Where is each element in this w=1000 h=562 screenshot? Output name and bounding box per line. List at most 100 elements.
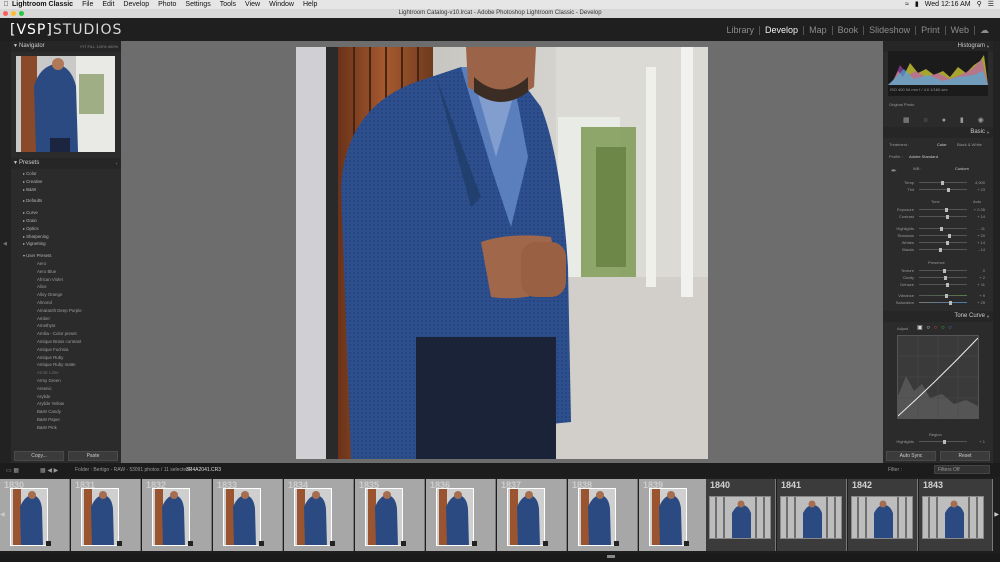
filmstrip-scroll-right-icon[interactable]: ▶	[994, 511, 999, 518]
nav-arrows-icon[interactable]: ▦ ◀ ▶	[40, 467, 58, 474]
tone-curve-header[interactable]: Tone Curve ▼	[883, 311, 993, 322]
apple-icon[interactable]: 	[0, 1, 12, 8]
wb-value[interactable]: Custom	[955, 166, 969, 171]
filmstrip-cell[interactable]: 1833	[213, 479, 283, 551]
preset-item[interactable]: Arsenic	[11, 385, 121, 393]
zoom-icon[interactable]	[19, 11, 24, 16]
preset-group-color[interactable]: Color	[11, 170, 121, 178]
preset-item[interactable]: Antique Ruby matte	[11, 361, 121, 369]
preset-item[interactable]: African Violet	[11, 276, 121, 284]
preset-item[interactable]: Amber	[11, 315, 121, 323]
preset-group-creative[interactable]: Creative	[11, 178, 121, 186]
slider-texture[interactable]: Texture 0	[889, 268, 989, 274]
treatment-bw[interactable]: Black & White	[957, 142, 982, 147]
filmstrip-cell[interactable]: 1832	[142, 479, 212, 551]
preset-item[interactable]: Amaranth Deep Purple	[11, 307, 121, 315]
slider-exposure[interactable]: Exposure + 0.35	[889, 207, 989, 213]
navigator-preview[interactable]	[16, 56, 115, 152]
slider-clarity[interactable]: Clarity + 2	[889, 275, 989, 281]
menu-list-icon[interactable]: ☰	[988, 0, 994, 9]
slider-dehaze[interactable]: Dehaze + 11	[889, 282, 989, 288]
menu-help[interactable]: Help	[303, 0, 317, 9]
paste-button[interactable]: Paste	[68, 451, 118, 461]
filter-dropdown[interactable]: Filters Off	[934, 465, 990, 474]
menu-photo[interactable]: Photo	[158, 0, 176, 9]
histogram[interactable]: ISO 400 54 mm f / 4.0 1/160 sec	[888, 51, 988, 96]
loupe-view[interactable]	[121, 41, 883, 463]
filmstrip-scrollbar[interactable]	[0, 554, 1000, 562]
treatment-color[interactable]: Color	[937, 142, 947, 147]
slider-contrast[interactable]: Contrast + 14	[889, 214, 989, 220]
filmstrip-cell[interactable]: 1831	[71, 479, 141, 551]
slider-vibrance[interactable]: Vibrance + 9	[889, 293, 989, 299]
slider-tint[interactable]: Tint + 23	[889, 187, 989, 193]
slider-blacks[interactable]: Blacks - 14	[889, 247, 989, 253]
filmstrip-cell[interactable]: 1841	[777, 479, 847, 551]
main-photo[interactable]	[296, 47, 708, 459]
preset-group-curve[interactable]: Curve	[11, 209, 121, 217]
preset-item[interactable]: Army Green	[11, 377, 121, 385]
preset-item[interactable]: Alice	[11, 283, 121, 291]
filmstrip-cell[interactable]: 1834	[284, 479, 354, 551]
preset-item[interactable]: Almond	[11, 299, 121, 307]
curve-channel-icons[interactable]: ▣ ○ ○ ○ ○	[917, 324, 953, 331]
filmstrip-cell[interactable]: 1836	[426, 479, 496, 551]
profile-value[interactable]: Adobe Standard	[909, 154, 938, 159]
slider-shadows[interactable]: Shadows + 20	[889, 233, 989, 239]
menu-file[interactable]: File	[82, 0, 93, 9]
filmstrip-cell[interactable]: 1842	[848, 479, 918, 551]
scroll-thumb[interactable]	[607, 555, 615, 558]
cloud-icon[interactable]: ☁	[974, 26, 994, 35]
battery-icon[interactable]: ▮	[915, 0, 919, 9]
wifi-icon[interactable]: ≈	[905, 0, 909, 9]
filmstrip-cell[interactable]: 1837	[497, 479, 567, 551]
filmstrip-cell[interactable]: 1843	[919, 479, 993, 551]
preset-group-user[interactable]: User Presets	[11, 252, 121, 260]
slider-curve-highlights[interactable]: Highlights + 1	[889, 439, 989, 445]
filmstrip-folder[interactable]: Folder : Bertigo - RAW - 5	[75, 467, 132, 473]
preset-item[interactable]: Antique Brass contrast	[11, 338, 121, 346]
preset-item[interactable]: Antique Fuchsia	[11, 346, 121, 354]
left-panel-edge[interactable]: ◀	[0, 41, 11, 463]
module-print[interactable]: Print	[915, 26, 945, 35]
right-panel-edge[interactable]	[993, 41, 1000, 463]
tone-curve-graph[interactable]	[897, 335, 979, 419]
eyedropper-icon[interactable]: ✒	[891, 167, 897, 175]
preset-group-bw[interactable]: B&W	[11, 186, 121, 194]
auto-sync-button[interactable]: Auto Sync	[886, 451, 936, 461]
preset-item[interactable]: Amethyst	[11, 322, 121, 330]
preset-item[interactable]: Aero	[11, 260, 121, 268]
preset-item[interactable]: Arctic Lime	[11, 369, 121, 377]
filmstrip-cell[interactable]: 1830	[0, 479, 70, 551]
slider-highlights[interactable]: Highlights - 11	[889, 226, 989, 232]
navigator-zoom-options[interactable]: FIT FILL 100% 400%	[80, 41, 118, 52]
preset-item[interactable]: Alloy Orange	[11, 291, 121, 299]
add-preset-icon[interactable]: +	[116, 158, 118, 169]
preset-item[interactable]: Antique Ruby	[11, 354, 121, 362]
preset-item[interactable]: Arylide	[11, 393, 121, 401]
search-icon[interactable]: ⚲	[977, 0, 982, 9]
module-web[interactable]: Web	[944, 26, 974, 35]
grid-view-icon[interactable]: ▭ ▦	[6, 467, 19, 474]
preset-item[interactable]: B&W Pink	[11, 424, 121, 432]
preset-item[interactable]: Amilia - Color preset	[11, 330, 121, 338]
basic-header[interactable]: Basic ▼	[883, 127, 993, 138]
module-map[interactable]: Map	[803, 26, 832, 35]
original-photo-label[interactable]: Original Photo	[889, 102, 914, 107]
preset-item[interactable]: B&W Paper	[11, 416, 121, 424]
slider-whites[interactable]: Whites + 14	[889, 240, 989, 246]
module-slideshow[interactable]: Slideshow	[863, 26, 915, 35]
close-icon[interactable]	[3, 11, 8, 16]
module-develop[interactable]: Develop	[759, 26, 803, 35]
preset-group-grain[interactable]: Grain	[11, 217, 121, 225]
copy-button[interactable]: Copy...	[14, 451, 64, 461]
clock[interactable]: Wed 12:16 AM	[925, 0, 971, 9]
presets-header[interactable]: ▼ Presets +	[11, 158, 121, 169]
menu-develop[interactable]: Develop	[123, 0, 149, 9]
tone-auto-button[interactable]: Auto	[973, 199, 981, 204]
filmstrip-cell[interactable]: 1839	[639, 479, 709, 551]
preset-group-vignetting[interactable]: Vignetting	[11, 240, 121, 248]
reset-button[interactable]: Reset	[940, 451, 990, 461]
filmstrip-cell[interactable]: 1840	[706, 479, 776, 551]
preset-group-defaults[interactable]: Defaults	[11, 197, 121, 205]
